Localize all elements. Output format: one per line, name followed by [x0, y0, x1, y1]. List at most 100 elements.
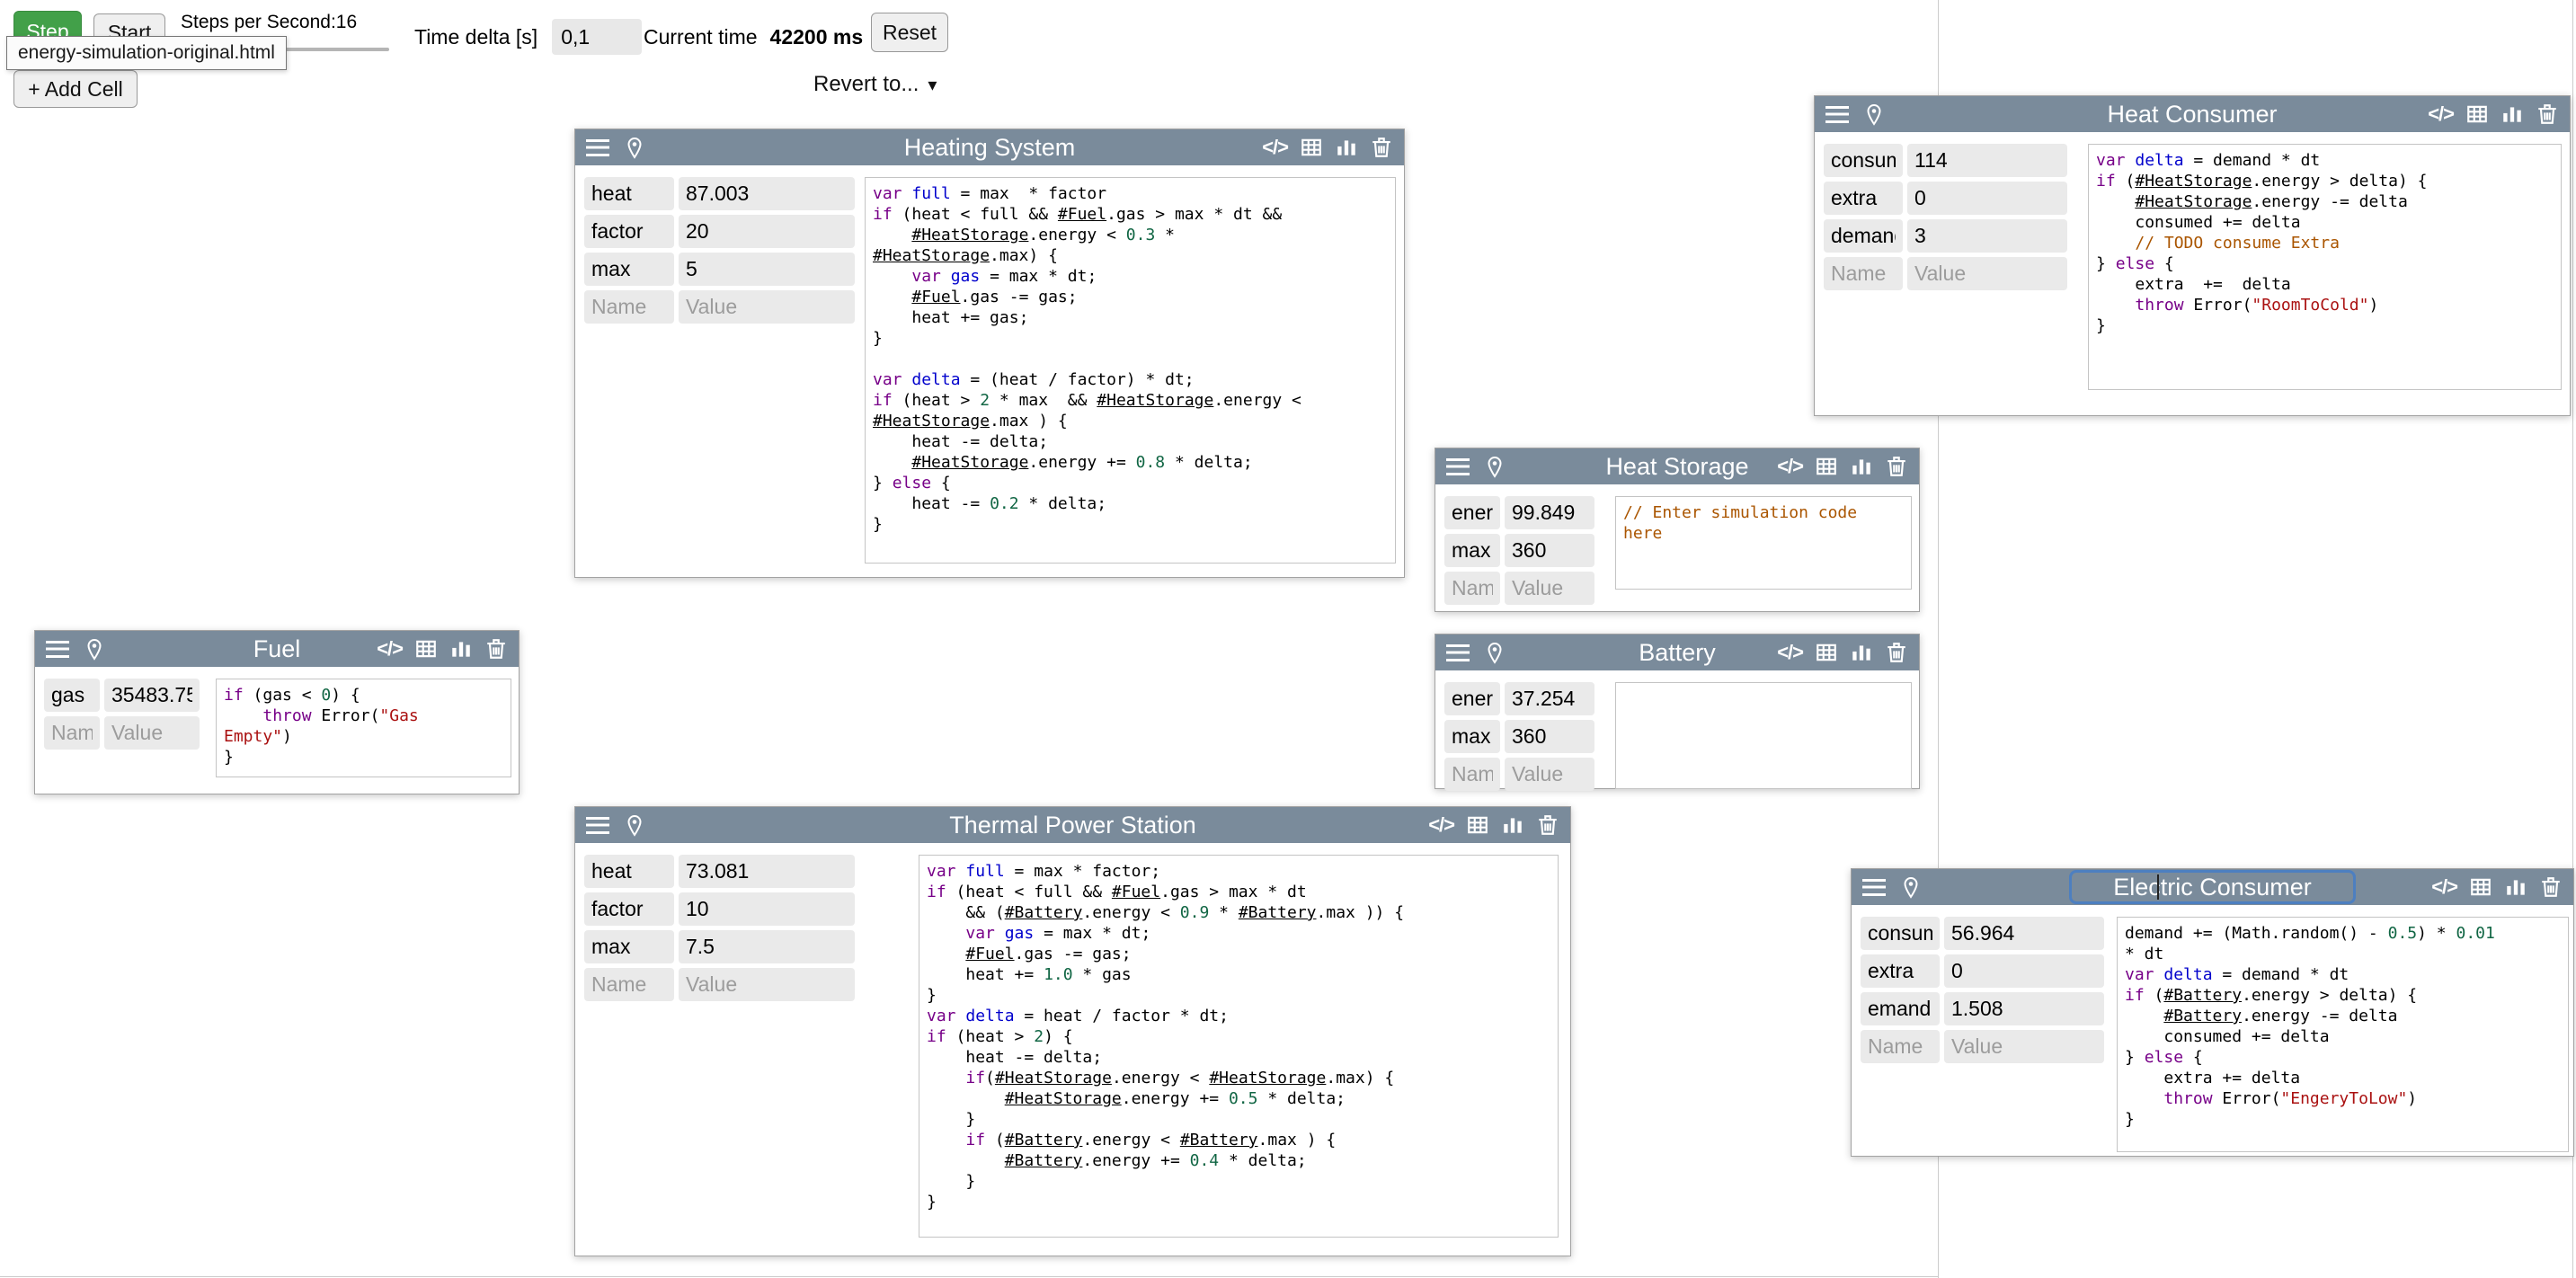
variable-value-input[interactable] — [1944, 992, 2104, 1025]
table-view-icon[interactable] — [1815, 455, 1838, 478]
variable-name-input[interactable] — [1861, 954, 1940, 988]
hamburger-menu-icon[interactable] — [1446, 458, 1470, 475]
variable-value-input[interactable] — [679, 930, 855, 963]
panel-title[interactable]: Battery — [1639, 639, 1716, 667]
variable-value-input[interactable] — [679, 892, 855, 926]
variable-value-input[interactable] — [1907, 144, 2067, 177]
new-variable-value-input[interactable] — [679, 290, 855, 324]
hamburger-menu-icon[interactable] — [1825, 106, 1849, 123]
trash-icon[interactable] — [1885, 455, 1908, 478]
new-variable-value-input[interactable] — [1505, 572, 1594, 605]
panel-header[interactable]: Heating System </> — [575, 129, 1404, 165]
pin-icon[interactable] — [1484, 455, 1506, 479]
revert-dropdown[interactable]: Revert to... ▾ — [813, 72, 937, 97]
panel-header[interactable]: Battery </> — [1435, 635, 1919, 670]
new-variable-name-input[interactable] — [584, 290, 674, 324]
chart-view-icon[interactable] — [1850, 455, 1873, 478]
hamburger-menu-icon[interactable] — [1446, 644, 1470, 661]
new-variable-value-input[interactable] — [104, 716, 200, 750]
variable-name-input[interactable] — [584, 177, 674, 210]
panel-header[interactable]: Heat Consumer </> — [1815, 96, 2570, 132]
chart-view-icon[interactable] — [2504, 875, 2527, 899]
chart-view-icon[interactable] — [2500, 102, 2524, 126]
variable-name-input[interactable] — [1824, 219, 1903, 253]
code-view-icon[interactable]: </> — [377, 637, 403, 661]
chart-view-icon[interactable] — [1501, 813, 1524, 837]
pin-icon[interactable] — [1863, 102, 1885, 127]
trash-icon[interactable] — [484, 637, 508, 661]
hamburger-menu-icon[interactable] — [1862, 879, 1886, 896]
code-view-icon[interactable]: </> — [1777, 641, 1803, 664]
code-view-icon[interactable]: </> — [2428, 102, 2454, 126]
variable-value-input[interactable] — [1505, 534, 1594, 567]
hamburger-menu-icon[interactable] — [586, 139, 609, 156]
trash-icon[interactable] — [2536, 102, 2559, 126]
panel-header[interactable]: Electric Consumer </> — [1852, 869, 2573, 905]
hamburger-menu-icon[interactable] — [46, 641, 69, 658]
variable-name-input[interactable] — [1444, 496, 1500, 529]
table-view-icon[interactable] — [414, 637, 438, 661]
chart-view-icon[interactable] — [1850, 641, 1873, 664]
variable-name-input[interactable] — [1824, 182, 1903, 215]
variable-value-input[interactable] — [1505, 682, 1594, 715]
variable-value-input[interactable] — [1907, 219, 2067, 253]
code-editor[interactable]: var full = max * factor; if (heat < full… — [919, 855, 1559, 1238]
panel-title[interactable]: Fuel — [253, 635, 301, 663]
new-variable-value-input[interactable] — [679, 968, 855, 1001]
variable-name-input[interactable] — [1861, 917, 1940, 950]
code-view-icon[interactable]: </> — [2431, 875, 2457, 899]
variable-name-input[interactable] — [584, 253, 674, 286]
variable-value-input[interactable] — [679, 177, 855, 210]
panel-header[interactable]: Fuel </> — [35, 631, 519, 667]
variable-name-input[interactable] — [584, 930, 674, 963]
new-variable-value-input[interactable] — [1944, 1030, 2104, 1063]
new-variable-value-input[interactable] — [1907, 257, 2067, 290]
panel-title-editing[interactable]: Electric Consumer — [2069, 870, 2356, 904]
code-editor[interactable]: var delta = demand * dt if (#HeatStorage… — [2088, 144, 2562, 390]
code-view-icon[interactable]: </> — [1777, 455, 1803, 478]
code-editor[interactable]: demand += (Math.random() - 0.5) * 0.01 *… — [2117, 917, 2569, 1152]
variable-name-input[interactable] — [1861, 992, 1940, 1025]
trash-icon[interactable] — [1885, 641, 1908, 664]
table-view-icon[interactable] — [1466, 813, 1489, 837]
variable-value-input[interactable] — [679, 215, 855, 248]
table-view-icon[interactable] — [1815, 641, 1838, 664]
reset-button[interactable]: Reset — [871, 13, 948, 52]
code-editor[interactable] — [1615, 682, 1912, 789]
panel-header[interactable]: Heat Storage </> — [1435, 448, 1919, 484]
variable-value-input[interactable] — [1505, 496, 1594, 529]
pin-icon[interactable] — [1900, 875, 1922, 900]
table-view-icon[interactable] — [2465, 102, 2489, 126]
panel-title[interactable]: Heat Storage — [1605, 453, 1748, 481]
variable-value-input[interactable] — [1907, 182, 2067, 215]
panel-title[interactable]: Heat Consumer — [2107, 101, 2277, 129]
time-delta-input[interactable] — [552, 19, 642, 55]
variable-value-input[interactable] — [1944, 917, 2104, 950]
code-view-icon[interactable]: </> — [1428, 813, 1454, 837]
variable-name-input[interactable] — [1444, 534, 1500, 567]
panel-header[interactable]: Thermal Power Station </> — [575, 807, 1570, 843]
add-cell-button[interactable]: + Add Cell — [13, 70, 138, 108]
variable-name-input[interactable] — [584, 215, 674, 248]
variable-value-input[interactable] — [104, 679, 200, 712]
variable-value-input[interactable] — [679, 855, 855, 888]
trash-icon[interactable] — [2539, 875, 2563, 899]
code-editor[interactable]: if (gas < 0) { throw Error("Gas Empty") … — [216, 679, 511, 777]
variable-name-input[interactable] — [1444, 682, 1500, 715]
variable-value-input[interactable] — [1505, 720, 1594, 753]
variable-name-input[interactable] — [1824, 144, 1903, 177]
variable-value-input[interactable] — [679, 253, 855, 286]
variable-value-input[interactable] — [1944, 954, 2104, 988]
hamburger-menu-icon[interactable] — [586, 817, 609, 834]
new-variable-name-input[interactable] — [584, 968, 674, 1001]
pin-icon[interactable] — [1484, 641, 1506, 665]
pin-icon[interactable] — [84, 637, 105, 661]
code-editor[interactable]: // Enter simulation code here — [1615, 496, 1912, 590]
panel-title[interactable]: Thermal Power Station — [949, 812, 1196, 839]
new-variable-name-input[interactable] — [44, 716, 100, 750]
code-view-icon[interactable]: </> — [1262, 136, 1288, 159]
new-variable-name-input[interactable] — [1861, 1030, 1940, 1063]
variable-name-input[interactable] — [1444, 720, 1500, 753]
new-variable-value-input[interactable] — [1505, 758, 1594, 791]
panel-title[interactable]: Heating System — [904, 134, 1076, 162]
